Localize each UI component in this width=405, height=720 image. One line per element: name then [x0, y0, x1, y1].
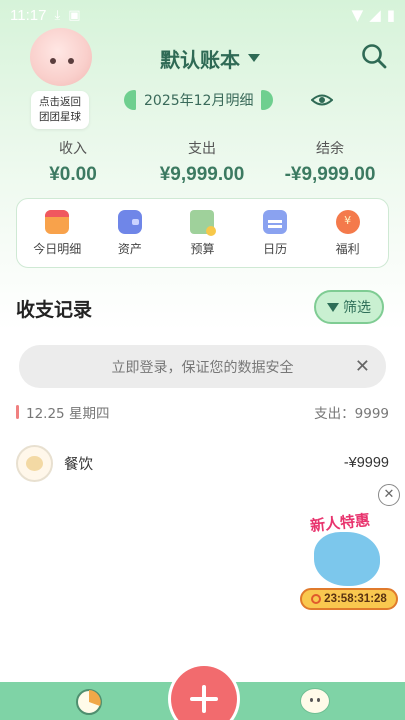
signal-icon: ◢: [369, 6, 381, 24]
dining-category-icon: [16, 444, 53, 482]
caret-down-icon: [248, 54, 260, 62]
search-icon[interactable]: [360, 42, 388, 70]
transaction-row[interactable]: 餐饮 -¥9999: [16, 442, 389, 484]
status-bar: 11:17 ⤓ ▣ ▼ ◢ ▮: [0, 0, 405, 30]
day-date: 12.25 星期四: [26, 406, 110, 422]
promo-close-icon[interactable]: ✕: [378, 484, 400, 506]
close-icon[interactable]: ✕: [355, 356, 370, 377]
quick-item-budget[interactable]: 预算: [172, 209, 232, 257]
promo-countdown: 23:58:31:28: [300, 588, 398, 610]
eye-icon[interactable]: [311, 91, 333, 109]
balance-label: 结余: [316, 141, 344, 157]
promo-mascot-icon: [314, 532, 380, 586]
quick-item-label: 今日明细: [33, 241, 82, 256]
chart-pie-icon[interactable]: [75, 688, 103, 716]
filter-label: 筛选: [343, 300, 371, 316]
quick-item-calendar[interactable]: 日历: [245, 209, 305, 257]
download-icon: ⤓: [54, 7, 61, 23]
quick-item-label: 资产: [117, 241, 142, 256]
mascot-avatar[interactable]: [30, 28, 92, 86]
income-value: ¥0.00: [49, 164, 97, 185]
welfare-icon: [335, 209, 360, 234]
month-switcher: 2025年12月明细: [124, 88, 274, 112]
add-record-button[interactable]: [171, 666, 237, 720]
budget-icon: [190, 209, 217, 236]
expense-value: ¥9,999.00: [159, 164, 245, 185]
day-header: 12.25 星期四 支出：9999: [16, 402, 389, 422]
promo-countdown-text: 23:58:31:28: [324, 593, 387, 605]
book-title: 默认账本: [160, 47, 240, 72]
mascot-eye-right: [68, 58, 74, 64]
book-selector[interactable]: 默认账本: [160, 44, 260, 72]
mascot-tip-line1: 点击返回: [39, 96, 81, 108]
income-summary: 收入 ¥0.00: [40, 138, 106, 186]
asset-wallet-icon: [117, 209, 142, 234]
app-notification-icon: ▣: [68, 7, 81, 23]
records-title: 收支记录: [16, 295, 92, 322]
quick-item-label: 福利: [335, 241, 360, 256]
income-label: 收入: [59, 141, 87, 157]
quick-item-label: 预算: [190, 241, 215, 256]
quick-menu: 今日明细 资产 预算 日历 福利: [16, 198, 389, 268]
summary-panel: 收入 ¥0.00 支出 ¥9,999.00 结余 -¥9,999.00: [0, 138, 405, 188]
battery-icon: ▮: [386, 6, 395, 24]
balance-value: -¥9,999.00: [284, 164, 376, 185]
calendar-icon: [263, 209, 288, 234]
transaction-amount: -¥9999: [343, 455, 389, 471]
today-detail-icon: [45, 209, 70, 234]
clock-icon: [311, 594, 322, 604]
day-marker: [16, 405, 19, 419]
login-banner-text: 立即登录，保证您的数据安全: [111, 359, 294, 376]
filter-button[interactable]: 筛选: [314, 290, 384, 324]
quick-item-welfare[interactable]: 福利: [318, 209, 378, 257]
wifi-icon: ▼: [351, 6, 364, 24]
day-total: 支出：9999: [314, 406, 389, 422]
quick-item-label: 日历: [263, 241, 288, 256]
mascot-nav-icon[interactable]: [300, 688, 330, 714]
month-label[interactable]: 2025年12月明细: [144, 90, 253, 110]
mascot-tip[interactable]: 点击返回 团团星球: [31, 91, 89, 129]
filter-icon: [327, 302, 339, 312]
status-time: 11:17: [10, 6, 47, 24]
next-month-icon[interactable]: [261, 90, 274, 110]
login-banner[interactable]: 立即登录，保证您的数据安全 ✕: [19, 345, 386, 388]
expense-label: 支出: [188, 141, 216, 157]
expense-summary: 支出 ¥9,999.00: [148, 138, 256, 186]
prev-month-icon[interactable]: [124, 90, 136, 110]
promo-widget[interactable]: 新人特惠 23:58:31:28: [292, 510, 404, 614]
quick-item-today-detail[interactable]: 今日明细: [27, 209, 87, 257]
mascot-eye-left: [50, 58, 56, 64]
balance-summary: 结余 -¥9,999.00: [275, 138, 385, 186]
mascot-tip-line2: 团团星球: [39, 111, 81, 123]
quick-item-asset[interactable]: 资产: [100, 209, 160, 257]
transaction-category: 餐饮: [64, 456, 93, 473]
